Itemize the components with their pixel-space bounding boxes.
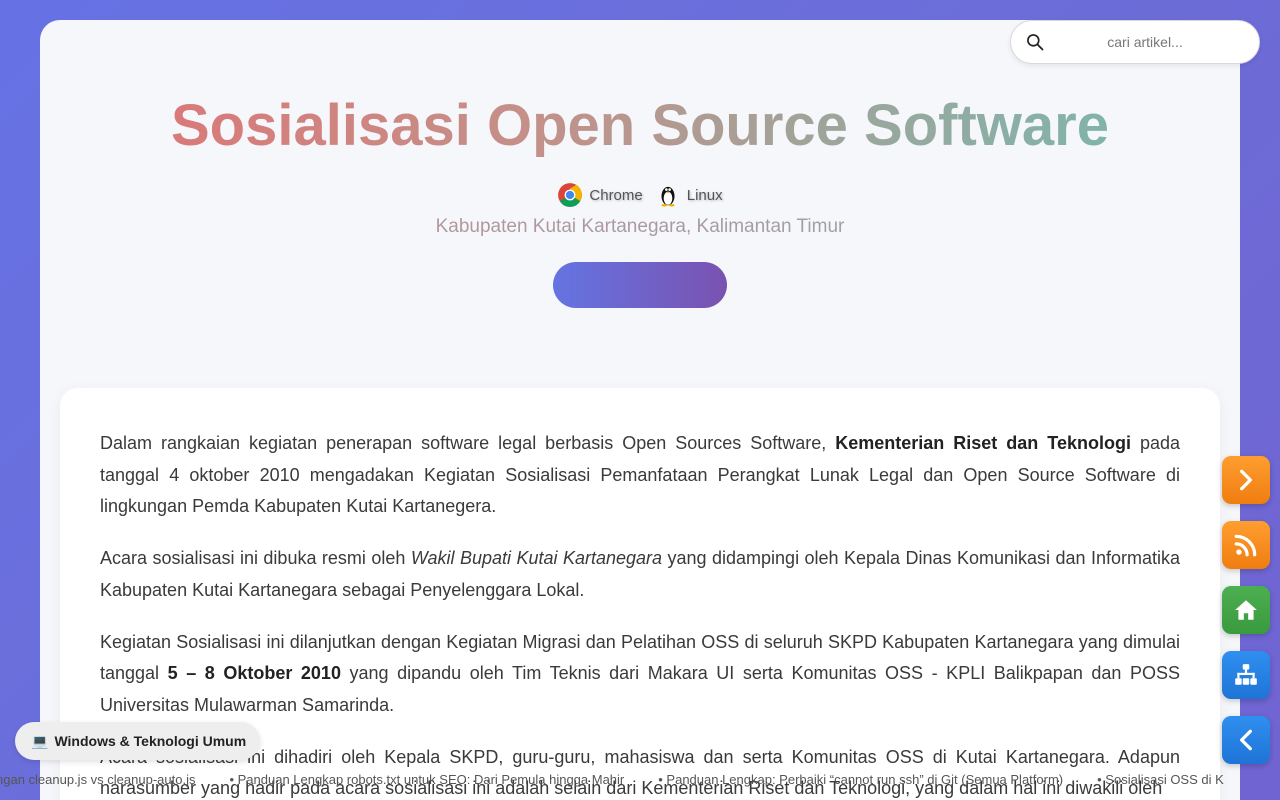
chevron-right-icon (1240, 469, 1252, 491)
tag-chrome-label: Chrome (589, 186, 643, 204)
page-subtitle: Kabupaten Kutai Kartanegara, Kalimantan … (0, 215, 1280, 239)
floating-nav (1222, 456, 1270, 764)
rss-button[interactable] (1222, 521, 1270, 569)
home-icon (1235, 600, 1257, 620)
tag-linux-label: Linux (686, 186, 723, 204)
back-button[interactable] (1222, 716, 1270, 764)
home-button[interactable] (1222, 586, 1270, 634)
ticker-item[interactable]: • Panduan Lengkap robots.txt untuk SEO: … (229, 772, 624, 787)
highlight-dates: 5 – 8 Oktober 2010 (167, 663, 341, 684)
next-article-button[interactable] (1222, 456, 1270, 504)
ticker-item[interactable]: • Panduan Lengkap: Perbaiki “cannot run … (658, 772, 1063, 787)
laptop-icon: 💻 (31, 732, 49, 749)
article-paragraph-2: Acara sosialisasi ini dibuka resmi oleh … (100, 548, 1181, 600)
page-title: Sosialisasi Open Source Software (0, 90, 1280, 162)
search-input[interactable] (1051, 34, 1259, 50)
sitemap-icon (1235, 664, 1257, 685)
highlight-kemenristek: Kementerian Riset dan Teknologi (835, 433, 1131, 453)
chrome-icon (558, 183, 583, 207)
os-tags: Chrome Linux (0, 182, 1280, 208)
highlight-wakil-bupati: Wakil Bupati Kutai Kartanegara (410, 548, 663, 569)
article-paragraph-3: Kegiatan Sosialisasi ini dilanjutkan den… (100, 631, 1181, 715)
tag-chrome[interactable]: Chrome (557, 182, 643, 208)
header-pill-button[interactable] (553, 262, 727, 308)
category-label: Windows & Teknologi Umum (54, 733, 247, 749)
tag-linux[interactable]: Linux (655, 182, 723, 208)
category-chip[interactable]: 💻 Windows & Teknologi Umum (15, 722, 261, 760)
ticker-item[interactable]: ngan cleanup.js vs cleanup-auto.js (0, 772, 195, 787)
search-icon (1027, 34, 1044, 51)
sitemap-button[interactable] (1222, 651, 1270, 699)
news-ticker: ngan cleanup.js vs cleanup-auto.js • Pan… (0, 770, 1280, 790)
chevron-left-icon (1240, 729, 1252, 751)
article-paragraph-1: Dalam rangkaian kegiatan penerapan softw… (100, 433, 1180, 517)
ticker-item[interactable]: • Sosialisasi OSS di K (1097, 772, 1224, 787)
rss-icon (1234, 534, 1257, 557)
linux-tux-icon (661, 186, 675, 207)
search-box[interactable] (1010, 20, 1260, 64)
